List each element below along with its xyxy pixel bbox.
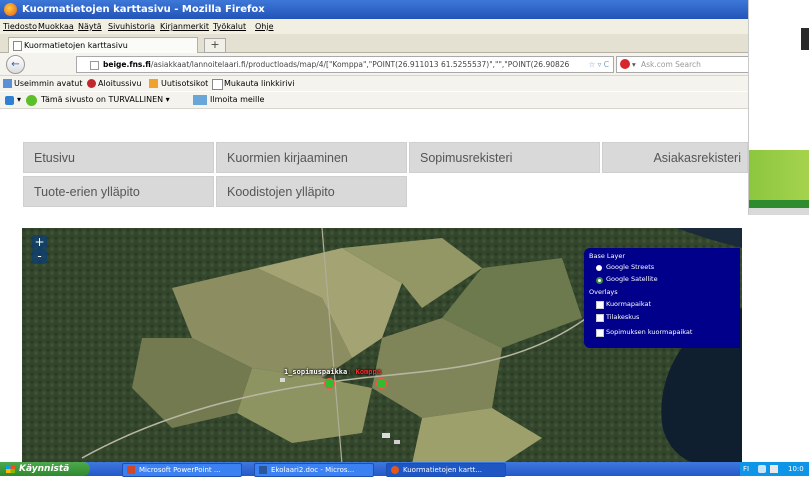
base-layer-title: Base Layer <box>589 252 626 260</box>
background-window[interactable] <box>748 0 809 215</box>
marker-label-name: Komppa <box>355 368 381 376</box>
bookmarks-toolbar: Useimmin avatut Aloitussivu Uutisotsikot… <box>0 76 748 91</box>
start-label: Käynnistä <box>19 464 70 474</box>
navigation-toolbar: ← beige.fns.fi/asiakkaat/lannoitelaari.f… <box>0 53 748 76</box>
task-label: Microsoft PowerPoint ... <box>139 466 221 474</box>
ask-engine-icon[interactable] <box>620 59 630 69</box>
map-marker-label: 1_sopimuspaikka: Komppa <box>284 368 381 376</box>
check-shield-icon <box>26 95 37 106</box>
task-label: Kuormatietojen kartt... <box>403 466 483 474</box>
menu-sivuhistoria[interactable]: Sivuhistoria <box>108 19 155 34</box>
url-path: /asiakkaat/lannoitelaari.fi/productloads… <box>150 60 570 69</box>
nav-kuormien-kirjaaminen[interactable]: Kuormien kirjaaminen <box>216 142 407 173</box>
label-kuormapaikat[interactable]: Kuormapaikat <box>606 300 651 308</box>
tab-kuormatietojen-karttasivu[interactable]: Kuormatietojen karttasivu <box>8 37 198 53</box>
menu-ohje[interactable]: Ohje <box>255 19 274 34</box>
background-window-edge <box>749 208 809 215</box>
dropdown-arrow[interactable]: ▾ <box>17 92 21 108</box>
zoom-in-button[interactable]: + <box>32 235 47 250</box>
map-marker-2[interactable] <box>376 378 387 389</box>
start-button[interactable]: Käynnistä <box>0 462 90 476</box>
menu-muokkaa[interactable]: Muokkaa <box>38 19 74 34</box>
clock: 10:0 <box>788 465 804 473</box>
firefox-icon <box>4 3 17 16</box>
label-google-satellite[interactable]: Google Satellite <box>606 275 658 283</box>
menu-nayta[interactable]: Näytä <box>78 19 102 34</box>
nav-asiakasrekisteri[interactable]: Asiakasrekisteri <box>602 142 748 173</box>
nav-koodistojen-yllapito[interactable]: Koodistojen ylläpito <box>216 176 407 207</box>
label-sopimuksen-kuormapaikat[interactable]: Sopimuksen kuormapaikat <box>606 328 692 336</box>
url-controls[interactable]: ☆ ▿ C <box>589 57 610 72</box>
search-placeholder: Ask.com Search <box>641 60 701 69</box>
powerpoint-icon <box>127 466 135 474</box>
zoom-out-button[interactable]: - <box>32 249 47 264</box>
word-icon <box>259 466 267 474</box>
menu-tyokalut[interactable]: Työkalut <box>213 19 246 34</box>
checkbox-tilakeskus[interactable] <box>596 314 604 322</box>
map-marker-1[interactable] <box>324 378 335 389</box>
checkbox-sopimuksen-kuormapaikat[interactable] <box>596 329 604 337</box>
task-word-document[interactable]: Ekolaari2.doc - Micros... <box>254 463 374 477</box>
marker-label-prefix: 1_sopimuspaikka <box>284 368 348 376</box>
task-firefox[interactable]: Kuormatietojen kartt... <box>386 463 506 477</box>
bookmark-useimmin-avatut[interactable]: Useimmin avatut <box>14 76 82 91</box>
tab-bar: Kuormatietojen karttasivu + <box>0 34 748 53</box>
tab-label: Kuormatietojen karttasivu <box>24 41 128 50</box>
language-indicator[interactable]: FI <box>743 462 749 476</box>
satellite-map[interactable]: + - Base Layer Google Streets Google Sat… <box>22 228 742 462</box>
wifi-icon[interactable] <box>5 96 14 105</box>
firefox-window: Kuormatietojen karttasivu - Mozilla Fire… <box>0 0 748 462</box>
page-icon <box>212 79 223 90</box>
nav-etusivu[interactable]: Etusivu <box>23 142 214 173</box>
overlays-title: Overlays <box>589 288 618 296</box>
label-google-streets[interactable]: Google Streets <box>606 263 654 271</box>
menu-kirjanmerkit[interactable]: Kirjanmerkit <box>160 19 209 34</box>
smart-bookmark-icon <box>3 79 12 88</box>
system-tray: FI 10:0 <box>740 462 809 476</box>
new-tab-button[interactable]: + <box>204 38 226 53</box>
page-content: Etusivu Kuormien kirjaaminen Sopimusreki… <box>0 109 748 462</box>
report-link[interactable]: Ilmoita meille <box>210 92 264 108</box>
volume-icon[interactable] <box>770 465 778 473</box>
safety-status-text: Tämä sivusto on TURVALLINEN <box>41 95 164 104</box>
taskbar: Käynnistä Microsoft PowerPoint ... Ekola… <box>0 462 809 477</box>
nav-tuote-erien-yllapito[interactable]: Tuote-erien ylläpito <box>23 176 214 207</box>
page-icon <box>13 41 22 51</box>
layer-switcher: Base Layer Google Streets Google Satelli… <box>584 248 740 348</box>
marker-label-separator: : <box>347 368 352 376</box>
firefox-icon <box>391 466 399 474</box>
radio-google-satellite[interactable] <box>596 277 603 284</box>
site-identity-icon[interactable] <box>90 61 99 70</box>
task-label: Ekolaari2.doc - Micros... <box>271 466 355 474</box>
bookmark-uutisotsikot[interactable]: Uutisotsikot <box>161 76 208 91</box>
checkbox-kuormapaikat[interactable] <box>596 301 604 309</box>
network-icon[interactable] <box>758 465 766 473</box>
title-bar[interactable]: Kuormatietojen karttasivu - Mozilla Fire… <box>0 0 748 19</box>
url-host: beige.fns.fi <box>103 60 151 69</box>
back-button[interactable]: ← <box>6 55 25 74</box>
label-tilakeskus[interactable]: Tilakeskus <box>606 313 639 321</box>
chevron-down-icon[interactable]: ▾ <box>632 57 636 72</box>
background-window-glyph <box>801 28 809 50</box>
url-text: beige.fns.fi/asiakkaat/lannoitelaari.fi/… <box>103 57 569 72</box>
url-bar[interactable]: beige.fns.fi/asiakkaat/lannoitelaari.fi/… <box>76 56 614 73</box>
window-title: Kuormatietojen karttasivu - Mozilla Fire… <box>22 4 265 15</box>
safety-status[interactable]: Tämä sivusto on TURVALLINEN ▾ <box>41 92 170 108</box>
task-powerpoint[interactable]: Microsoft PowerPoint ... <box>122 463 242 477</box>
radio-google-streets[interactable] <box>596 265 602 271</box>
windows-flag-icon <box>6 465 15 473</box>
bookmark-aloitussivu[interactable]: Aloitussivu <box>98 76 141 91</box>
background-window-banner <box>749 150 809 200</box>
background-window-stripe <box>749 200 809 208</box>
menu-tiedosto[interactable]: Tiedosto <box>3 19 37 34</box>
rss-icon <box>149 79 158 88</box>
people-icon <box>193 95 207 105</box>
bookmark-mukauta-linkkirivi[interactable]: Mukauta linkkirivi <box>224 76 295 91</box>
search-bar[interactable]: ▾ Ask.com Search <box>616 56 748 73</box>
addon-toolbar: ▾ Tämä sivusto on TURVALLINEN ▾ Ilmoita … <box>0 92 748 109</box>
home-bookmark-icon <box>87 79 96 88</box>
menu-bar: Tiedosto Muokkaa Näytä Sivuhistoria Kirj… <box>0 19 748 34</box>
nav-sopimusrekisteri[interactable]: Sopimusrekisteri <box>409 142 600 173</box>
